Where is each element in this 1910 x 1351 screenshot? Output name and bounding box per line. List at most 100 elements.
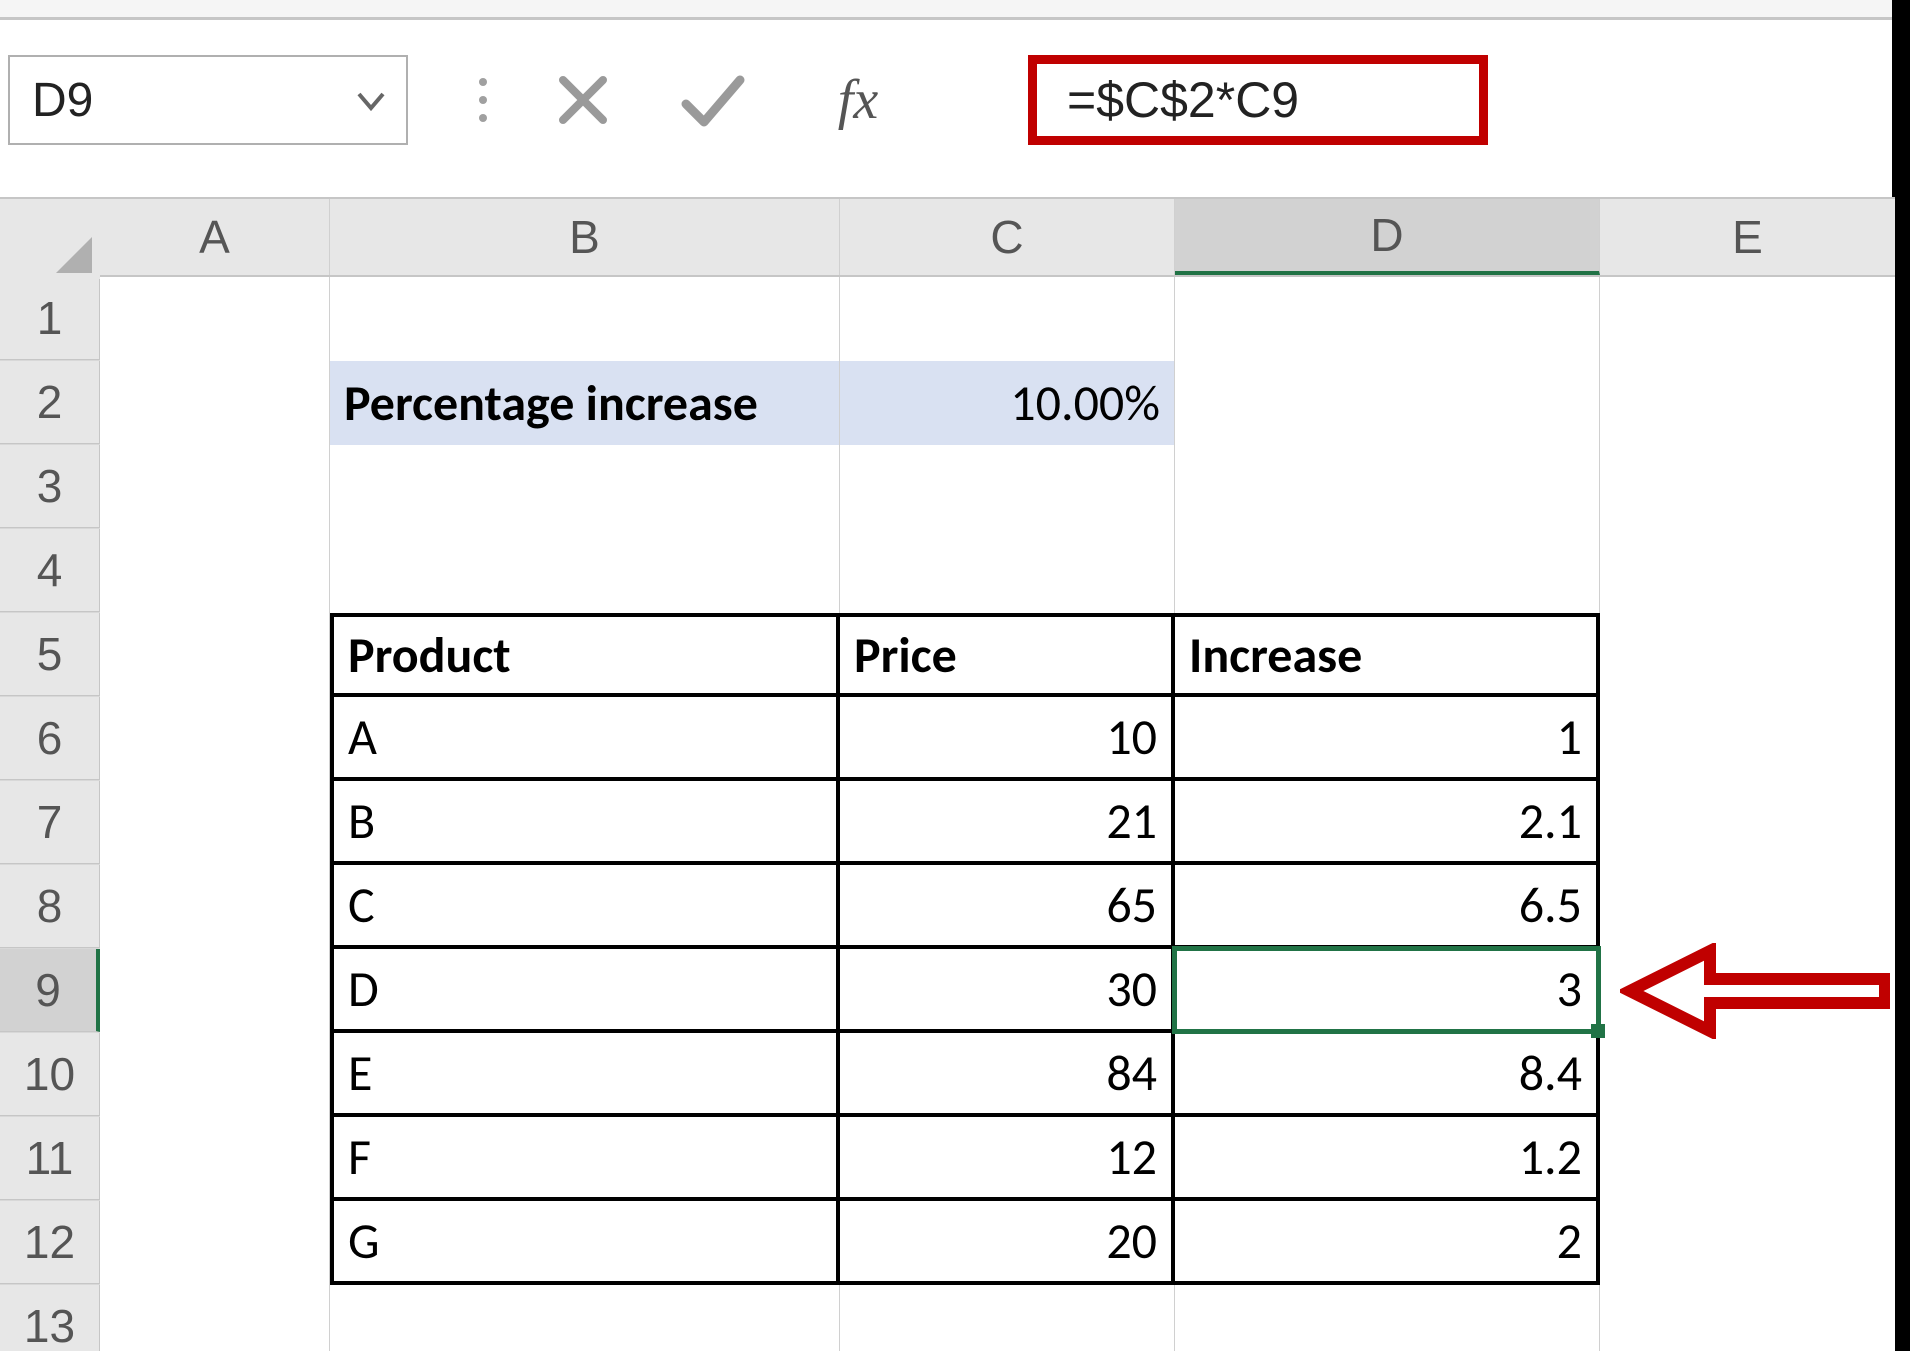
cell-D7[interactable]: 2.1 [1175, 781, 1600, 865]
select-all-triangle[interactable] [0, 199, 100, 279]
cell-C6[interactable]: 10 [840, 697, 1175, 781]
col-header-A[interactable]: A [100, 199, 330, 275]
cell-D1[interactable] [1175, 277, 1600, 361]
cell-E6[interactable] [1600, 697, 1895, 781]
row-header[interactable]: 2 [0, 361, 100, 444]
cell-D10[interactable]: 8.4 [1175, 1033, 1600, 1117]
cell-A4[interactable] [100, 529, 330, 613]
cell-E2[interactable] [1600, 361, 1895, 445]
cell-B1[interactable] [330, 277, 840, 361]
cell-C11[interactable]: 12 [840, 1117, 1175, 1201]
cell-A5[interactable] [100, 613, 330, 697]
cell-C5[interactable]: Price [840, 613, 1175, 697]
worksheet-grid[interactable]: A B C D E 1 2 Percentage increase 10.00%… [0, 197, 1895, 1351]
row-header[interactable]: 4 [0, 529, 100, 612]
arrow-annotation-icon [1620, 943, 1890, 1039]
chevron-down-icon[interactable] [356, 88, 386, 112]
cell-E7[interactable] [1600, 781, 1895, 865]
row-header[interactable]: 8 [0, 865, 100, 948]
cell-E13[interactable] [1600, 1285, 1895, 1351]
cell-E5[interactable] [1600, 613, 1895, 697]
cell-B2[interactable]: Percentage increase [330, 361, 840, 445]
cell-B10[interactable]: E [330, 1033, 840, 1117]
col-label: D [1370, 208, 1403, 262]
cell-A13[interactable] [100, 1285, 330, 1351]
col-header-D[interactable]: D [1175, 199, 1600, 275]
fx-icon[interactable]: fx [798, 55, 918, 145]
cell-D6[interactable]: 1 [1175, 697, 1600, 781]
cell-A7[interactable] [100, 781, 330, 865]
cell-A1[interactable] [100, 277, 330, 361]
cell-B5[interactable]: Product [330, 613, 840, 697]
col-header-E[interactable]: E [1600, 199, 1895, 275]
row-header[interactable]: 12 [0, 1201, 100, 1284]
cell-A6[interactable] [100, 697, 330, 781]
cell-B12[interactable]: G [330, 1201, 840, 1285]
col-header-C[interactable]: C [840, 199, 1175, 275]
cancel-icon[interactable] [538, 55, 628, 145]
formula-input[interactable]: =$C$2*C9 [1028, 55, 1488, 145]
cell-A11[interactable] [100, 1117, 330, 1201]
cell-B4[interactable] [330, 529, 840, 613]
cell-D2[interactable] [1175, 361, 1600, 445]
name-box[interactable]: D9 [8, 55, 408, 145]
enter-icon[interactable] [668, 55, 758, 145]
cell-C9[interactable]: 30 [840, 949, 1175, 1033]
cell-D3[interactable] [1175, 445, 1600, 529]
cell-C12[interactable]: 20 [840, 1201, 1175, 1285]
row-header[interactable]: 3 [0, 445, 100, 528]
cell-D5[interactable]: Increase [1175, 613, 1600, 697]
cell-B7[interactable]: B [330, 781, 840, 865]
cell-value: 21 [1106, 791, 1157, 852]
cell-E4[interactable] [1600, 529, 1895, 613]
cell-B3[interactable] [330, 445, 840, 529]
row-header[interactable]: 1 [0, 277, 100, 360]
formula-bar-grip-icon[interactable] [443, 55, 523, 145]
cell-C13[interactable] [840, 1285, 1175, 1351]
row-header[interactable]: 7 [0, 781, 100, 864]
cell-B8[interactable]: C [330, 865, 840, 949]
cell-E1[interactable] [1600, 277, 1895, 361]
cell-C1[interactable] [840, 277, 1175, 361]
cell-B11[interactable]: F [330, 1117, 840, 1201]
cell-B13[interactable] [330, 1285, 840, 1351]
cell-D11[interactable]: 1.2 [1175, 1117, 1600, 1201]
cell-E3[interactable] [1600, 445, 1895, 529]
cell-C7[interactable]: 21 [840, 781, 1175, 865]
spreadsheet-app: D9 fx =$C$2*C9 [0, 0, 1910, 1351]
cell-D12[interactable]: 2 [1175, 1201, 1600, 1285]
cell-E11[interactable] [1600, 1117, 1895, 1201]
cell-E12[interactable] [1600, 1201, 1895, 1285]
cell-A2[interactable] [100, 361, 330, 445]
cell-D4[interactable] [1175, 529, 1600, 613]
cell-value: Price [854, 625, 957, 686]
cell-E10[interactable] [1600, 1033, 1895, 1117]
cell-A12[interactable] [100, 1201, 330, 1285]
row-header[interactable]: 10 [0, 1033, 100, 1116]
cell-A3[interactable] [100, 445, 330, 529]
cell-C8[interactable]: 65 [840, 865, 1175, 949]
col-header-B[interactable]: B [330, 199, 840, 275]
cell-value: 2.1 [1519, 791, 1582, 852]
cell-D8[interactable]: 6.5 [1175, 865, 1600, 949]
cell-E8[interactable] [1600, 865, 1895, 949]
cell-A9[interactable] [100, 949, 330, 1033]
cell-D13[interactable] [1175, 1285, 1600, 1351]
row-header[interactable]: 5 [0, 613, 100, 696]
cell-C2[interactable]: 10.00% [840, 361, 1175, 445]
row-header[interactable]: 11 [0, 1117, 100, 1200]
row-header[interactable]: 13 [0, 1285, 100, 1351]
row-13: 13 [0, 1285, 1895, 1351]
cell-C10[interactable]: 84 [840, 1033, 1175, 1117]
cell-A10[interactable] [100, 1033, 330, 1117]
cell-B9[interactable]: D [330, 949, 840, 1033]
cell-B6[interactable]: A [330, 697, 840, 781]
cell-C3[interactable] [840, 445, 1175, 529]
cell-A8[interactable] [100, 865, 330, 949]
row-num: 6 [37, 711, 63, 765]
fill-handle[interactable] [1591, 1024, 1605, 1038]
row-header[interactable]: 6 [0, 697, 100, 780]
row-header[interactable]: 9 [0, 949, 100, 1032]
cell-D9[interactable]: 3 [1175, 949, 1600, 1033]
cell-C4[interactable] [840, 529, 1175, 613]
